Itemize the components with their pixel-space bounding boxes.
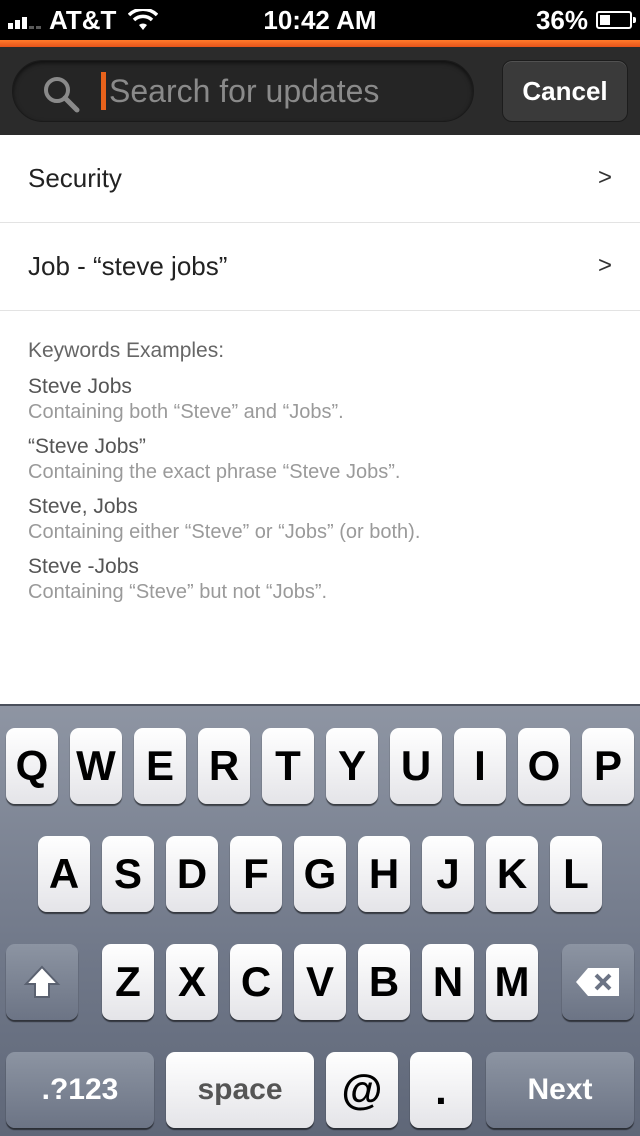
key-e[interactable]: E <box>134 728 186 804</box>
key-q[interactable]: Q <box>6 728 58 804</box>
key-u[interactable]: U <box>390 728 442 804</box>
key-v[interactable]: V <box>294 944 346 1020</box>
example-item: Steve, Jobs Containing either “Steve” or… <box>28 494 618 544</box>
cancel-button[interactable]: Cancel <box>502 60 628 122</box>
key-o[interactable]: O <box>518 728 570 804</box>
key-l[interactable]: L <box>550 836 602 912</box>
key-h[interactable]: H <box>358 836 410 912</box>
key-k[interactable]: K <box>486 836 538 912</box>
chevron-right-icon: > <box>597 164 612 191</box>
key-i[interactable]: I <box>454 728 506 804</box>
search-input[interactable] <box>109 69 459 113</box>
list-item-label: Job - “steve jobs” <box>28 251 228 281</box>
key-d[interactable]: D <box>166 836 218 912</box>
accent-line <box>0 40 640 47</box>
example-description: Containing either “Steve” or “Jobs” (or … <box>28 521 421 543</box>
example-term: Steve Jobs <box>28 375 132 398</box>
example-term: Steve -Jobs <box>28 555 139 578</box>
numbers-key[interactable]: .?123 <box>6 1052 154 1128</box>
dot-key[interactable]: . <box>410 1052 472 1128</box>
key-r[interactable]: R <box>198 728 250 804</box>
key-g[interactable]: G <box>294 836 346 912</box>
shift-arrow-icon <box>23 965 61 998</box>
list-item-label: Security <box>28 163 122 193</box>
search-field[interactable] <box>12 60 474 122</box>
example-item: Steve Jobs Containing both “Steve” and “… <box>28 374 618 424</box>
backspace-key[interactable] <box>562 944 634 1020</box>
example-description: Containing “Steve” but not “Jobs”. <box>28 581 328 603</box>
examples-heading: Keywords Examples: <box>28 339 225 362</box>
battery-percent: 36% <box>535 4 588 35</box>
key-t[interactable]: T <box>262 728 314 804</box>
example-term: “Steve Jobs” <box>28 435 146 458</box>
key-n[interactable]: N <box>422 944 474 1020</box>
battery-icon <box>596 11 636 29</box>
keyword-examples: Keywords Examples: Steve Jobs Containing… <box>28 338 618 614</box>
key-a[interactable]: A <box>38 836 90 912</box>
key-m[interactable]: M <box>486 944 538 1020</box>
key-j[interactable]: J <box>422 836 474 912</box>
example-description: Containing the exact phrase “Steve Jobs”… <box>28 461 401 483</box>
next-key[interactable]: Next <box>486 1052 634 1128</box>
example-item: “Steve Jobs” Containing the exact phrase… <box>28 434 618 484</box>
key-z[interactable]: Z <box>102 944 154 1020</box>
text-cursor <box>101 72 106 110</box>
key-b[interactable]: B <box>358 944 410 1020</box>
key-w[interactable]: W <box>70 728 122 804</box>
chevron-right-icon: > <box>597 252 612 279</box>
list-item-security[interactable]: Security > <box>0 135 640 223</box>
key-c[interactable]: C <box>230 944 282 1020</box>
status-bar: AT&T 10:42 AM 36% <box>0 0 640 40</box>
status-right: 36% <box>535 4 636 36</box>
example-description: Containing both “Steve” and “Jobs”. <box>28 401 344 423</box>
key-x[interactable]: X <box>166 944 218 1020</box>
search-header: Cancel <box>0 47 640 135</box>
update-list: Security > Job - “steve jobs” > <box>0 135 640 311</box>
list-item-job[interactable]: Job - “steve jobs” > <box>0 223 640 311</box>
key-y[interactable]: Y <box>326 728 378 804</box>
at-key[interactable]: @ <box>326 1052 398 1128</box>
space-key[interactable]: space <box>166 1052 314 1128</box>
example-term: Steve, Jobs <box>28 495 138 518</box>
keyboard: Q W E R T Y U I O P A S D F G H J K L Z … <box>0 704 640 1136</box>
search-icon <box>44 77 80 113</box>
key-s[interactable]: S <box>102 836 154 912</box>
key-p[interactable]: P <box>582 728 634 804</box>
backspace-icon <box>576 968 619 996</box>
example-item: Steve -Jobs Containing “Steve” but not “… <box>28 554 618 604</box>
shift-key[interactable] <box>6 944 78 1020</box>
key-f[interactable]: F <box>230 836 282 912</box>
